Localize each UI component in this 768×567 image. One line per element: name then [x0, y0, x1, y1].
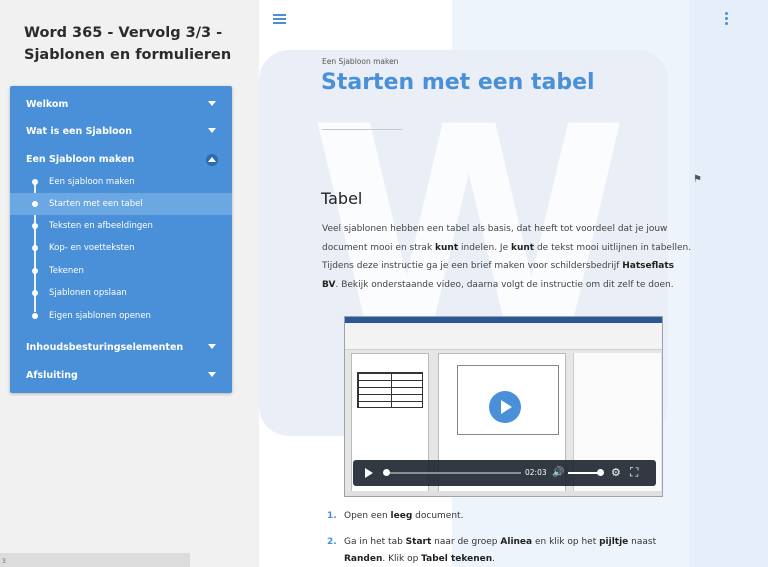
menu-section-label: Welkom — [26, 99, 69, 110]
menu-section-een-sjabloon-maken[interactable]: Een Sjabloon maken — [10, 146, 232, 173]
volume-slider[interactable] — [568, 472, 600, 474]
lesson-content: W ⚑ Een Sjabloon maken Starten met een t… — [259, 0, 768, 567]
sub-item-sjablonen-opslaan[interactable]: Sjablonen opslaan — [10, 282, 232, 304]
video-time: 02:03 — [525, 468, 547, 477]
sub-item-een-sjabloon-maken[interactable]: Een sjabloon maken — [10, 171, 232, 193]
sub-item-label: Kop- en voetteksten — [49, 243, 135, 253]
video-play-overlay-button[interactable] — [489, 391, 521, 423]
chevron-down-icon — [208, 101, 216, 106]
menu-section-label: Wat is een Sjabloon — [26, 126, 132, 137]
flag-icon: ⚑ — [693, 174, 702, 185]
sub-item-label: Starten met een tabel — [49, 199, 143, 209]
fullscreen-icon[interactable]: ⛶ — [630, 465, 638, 480]
course-menu: Welkom Wat is een Sjabloon Een Sjabloon … — [10, 86, 232, 393]
title-divider — [322, 129, 402, 130]
video-word-ribbon — [345, 323, 662, 350]
chevron-down-icon — [208, 344, 216, 349]
video-player[interactable]: 02:03 🔊 ⚙ ⛶ — [344, 316, 663, 497]
course-title: Word 365 - Vervolg 3/3 - Sjablonen en fo… — [24, 25, 232, 63]
bullet-dot-icon — [32, 290, 38, 296]
intro-paragraph: Veel sjablonen hebben een tabel als basi… — [322, 224, 692, 290]
more-options-icon[interactable] — [725, 12, 729, 28]
sub-item-label: Teksten en afbeeldingen — [49, 221, 153, 231]
sub-item-teksten-en-afbeeldingen[interactable]: Teksten en afbeeldingen — [10, 215, 232, 237]
background-panel-right — [689, 0, 768, 567]
bullet-dot-icon — [32, 245, 38, 251]
hamburger-menu-icon[interactable] — [273, 14, 286, 24]
bullet-dot-icon — [32, 223, 38, 229]
list-item: 1. Open een leeg document. — [327, 511, 464, 521]
sub-item-kop-en-voetteksten[interactable]: Kop- en voetteksten — [10, 237, 232, 259]
play-icon[interactable] — [365, 468, 373, 478]
volume-slider-handle[interactable] — [597, 469, 604, 476]
volume-icon[interactable]: 🔊 — [552, 467, 564, 478]
gear-icon[interactable]: ⚙ — [611, 466, 621, 479]
chevron-down-icon — [208, 372, 216, 377]
menu-section-label: Inhoudsbesturingselementen — [26, 342, 184, 353]
menu-section-wat-is-een-sjabloon[interactable]: Wat is een Sjabloon — [10, 118, 232, 145]
sub-item-label: Sjablonen opslaan — [49, 288, 127, 298]
sub-item-starten-met-een-tabel[interactable]: Starten met een tabel — [10, 193, 232, 215]
sub-item-tekenen[interactable]: Tekenen — [10, 260, 232, 282]
bottom-bar-text: 3 — [2, 558, 6, 565]
video-controls-bar: 02:03 🔊 ⚙ ⛶ — [353, 460, 656, 486]
section-heading: Tabel — [321, 189, 363, 208]
video-progress-handle[interactable] — [383, 469, 390, 476]
menu-section-label: Afsluiting — [26, 370, 78, 381]
video-progress-track[interactable] — [387, 472, 521, 474]
left-panel: Word 365 - Vervolg 3/3 - Sjablonen en fo… — [0, 0, 259, 567]
menu-section-inhoudsbesturingselementen[interactable]: Inhoudsbesturingselementen — [10, 334, 232, 361]
menu-section-label: Een Sjabloon maken — [26, 154, 135, 165]
bullet-dot-icon — [32, 179, 38, 185]
menu-section-afsluiting[interactable]: Afsluiting — [10, 362, 232, 389]
chevron-up-icon[interactable] — [206, 154, 218, 166]
video-status-bar — [345, 491, 662, 496]
sub-item-label: Een sjabloon maken — [49, 177, 135, 187]
list-item: 2. Ga in het tab Start naar de groep Ali… — [327, 537, 657, 564]
bullet-dot-icon — [32, 313, 38, 319]
menu-section-welkom[interactable]: Welkom — [10, 91, 232, 118]
instruction-steps: 1. Open een leeg document. 2. Ga in het … — [327, 508, 687, 567]
bullet-dot-icon — [32, 201, 38, 207]
sub-item-eigen-sjablonen-openen[interactable]: Eigen sjablonen openen — [10, 305, 232, 327]
bullet-dot-icon — [32, 268, 38, 274]
chevron-down-icon — [208, 128, 216, 133]
bottom-scrollbar[interactable]: 3 — [0, 553, 190, 567]
video-table-drawing — [357, 372, 423, 408]
page-title: Starten met een tabel — [321, 70, 595, 95]
sub-item-label: Eigen sjablonen openen — [49, 311, 151, 321]
breadcrumb: Een Sjabloon maken — [322, 57, 399, 66]
sub-item-label: Tekenen — [49, 266, 84, 276]
